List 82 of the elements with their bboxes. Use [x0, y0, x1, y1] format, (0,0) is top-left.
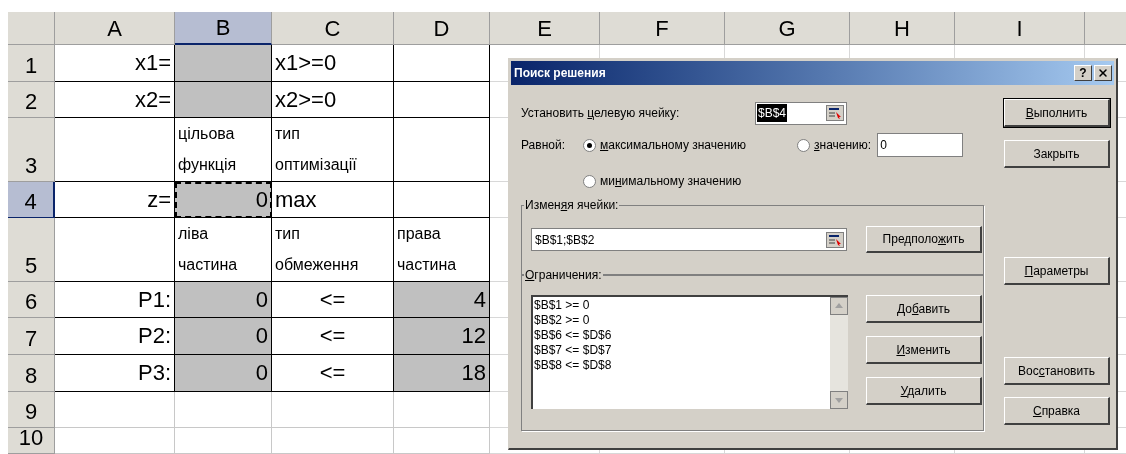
column-header[interactable]: H	[850, 12, 955, 45]
row-header[interactable]: 1	[8, 45, 55, 82]
scrollbar[interactable]	[830, 297, 848, 409]
table-cell: тип оптимізації	[272, 118, 394, 182]
scroll-up-icon[interactable]	[830, 297, 848, 315]
table-cell: цільова функція	[175, 118, 272, 182]
column-header[interactable]: D	[394, 12, 490, 45]
solve-button[interactable]: Выполнить	[1004, 99, 1110, 127]
radio-button[interactable]	[583, 174, 596, 188]
maximum-option[interactable]: максимальному значению	[600, 136, 746, 154]
table-cell: P2:	[55, 318, 175, 355]
row-header[interactable]: 9	[8, 392, 55, 428]
table-cell: P1:	[55, 282, 175, 318]
constraint-item[interactable]: $B$2 >= 0	[534, 313, 830, 328]
constraints-list[interactable]: $B$1 >= 0 $B$2 >= 0 $B$6 <= $D$6 $B$7 <= $D$7 $B$8 <= $D$8	[531, 295, 848, 409]
table-cell: x2=	[55, 82, 175, 118]
column-header[interactable]: C	[272, 12, 394, 45]
table-cell: x2>=0	[272, 82, 394, 118]
value-option[interactable]: значению:	[814, 136, 872, 154]
column-header[interactable]: B	[175, 12, 272, 45]
radio-button[interactable]	[797, 138, 810, 152]
changing-cells-field[interactable]: $B$1;$B$2	[531, 228, 847, 251]
change-button[interactable]: Изменить	[866, 336, 982, 364]
changing-cells-value: $B$1;$B$2	[535, 231, 595, 249]
value-field[interactable]: 0	[877, 133, 964, 157]
target-cell-label: Установить целевую ячейку:	[521, 105, 681, 122]
collapse-dialog-icon[interactable]	[826, 105, 844, 121]
row-header[interactable]: 5	[8, 218, 55, 282]
column-header[interactable]: G	[725, 12, 850, 45]
help-text-button[interactable]: Справка	[1004, 397, 1110, 425]
table-cell: 0	[175, 318, 272, 355]
constraint-item[interactable]: $B$7 <= $D$7	[534, 343, 830, 358]
minimum-option[interactable]: минимальному значению	[600, 172, 742, 190]
table-cell: max	[272, 182, 394, 218]
row-header[interactable]: 10	[8, 428, 55, 454]
row-header[interactable]: 7	[8, 318, 55, 355]
target-cell-field[interactable]: $B$4	[755, 101, 847, 125]
column-header[interactable]: E	[490, 12, 600, 45]
constraints-label: Ограничения:	[524, 267, 603, 283]
table-cell: <=	[272, 318, 394, 355]
table-cell: P3:	[55, 355, 175, 392]
close-dialog-button[interactable]: Закрыть	[1004, 140, 1110, 168]
constraint-item[interactable]: $B$8 <= $D$8	[534, 358, 830, 373]
table-cell: z=	[55, 182, 175, 218]
table-cell: права частина	[394, 218, 490, 282]
table-cell: ліва частина	[175, 218, 272, 282]
table-cell: x1=	[55, 45, 175, 82]
column-header[interactable]: A	[55, 12, 175, 45]
column-header[interactable]	[1085, 12, 1126, 45]
window-title: Поиск решения	[514, 65, 606, 82]
row-header[interactable]: 8	[8, 355, 55, 392]
table-cell: 12	[394, 318, 490, 355]
table-cell: 0	[175, 355, 272, 392]
row-header[interactable]: 3	[8, 118, 55, 182]
help-button[interactable]: ?	[1074, 65, 1092, 81]
row-header[interactable]: 2	[8, 82, 55, 118]
equal-label: Равной:	[521, 137, 566, 154]
table-cell: 18	[394, 355, 490, 392]
scroll-down-icon[interactable]	[830, 391, 848, 409]
row-header[interactable]: 4	[8, 182, 55, 218]
add-button[interactable]: Добавить	[866, 295, 982, 323]
column-header[interactable]: F	[600, 12, 725, 45]
corner-header[interactable]	[8, 12, 55, 45]
row-header[interactable]: 6	[8, 282, 55, 318]
options-button[interactable]: Параметры	[1004, 257, 1110, 285]
radio-button[interactable]	[583, 138, 596, 152]
target-cell-value: $B$4	[757, 104, 788, 122]
column-header[interactable]: I	[955, 12, 1085, 45]
collapse-dialog-icon[interactable]	[826, 231, 844, 248]
delete-button[interactable]: Удалить	[866, 377, 982, 405]
table-cell: 0	[175, 182, 272, 218]
table-cell: x1>=0	[272, 45, 394, 82]
reset-button[interactable]: Восстановить	[1004, 357, 1110, 385]
table-cell: тип обмеження	[272, 218, 394, 282]
table-cell: <=	[272, 282, 394, 318]
constraint-item[interactable]: $B$6 <= $D$6	[534, 328, 830, 343]
guess-button[interactable]: Предположить	[866, 226, 982, 253]
constraint-item[interactable]: $B$1 >= 0	[534, 298, 830, 313]
table-cell: 4	[394, 282, 490, 318]
table-cell: <=	[272, 355, 394, 392]
changing-cells-label: Изменяя ячейки:	[524, 197, 620, 213]
table-cell: 0	[175, 282, 272, 318]
